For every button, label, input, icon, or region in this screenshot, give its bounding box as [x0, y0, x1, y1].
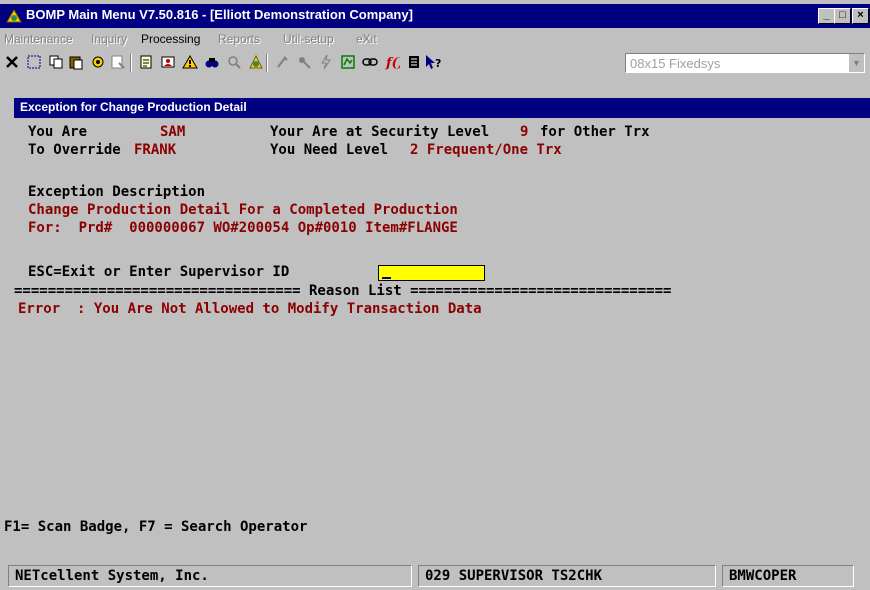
status-program: BMWCOPER [722, 565, 854, 587]
you-are-label: You Are [28, 124, 88, 140]
chevron-down-icon[interactable]: ▼ [848, 54, 864, 72]
settings-icon[interactable] [88, 52, 108, 72]
link-icon[interactable] [360, 52, 380, 72]
app-icon[interactable] [6, 8, 22, 24]
menu-reports[interactable]: Reports [218, 32, 260, 46]
title-bar[interactable]: BOMP Main Menu V7.50.816 - [Elliott Demo… [0, 4, 870, 28]
copy-icon[interactable] [46, 52, 66, 72]
maximize-button[interactable]: □ [834, 8, 851, 24]
search-icon[interactable] [224, 52, 244, 72]
exception-heading: Exception Description [28, 184, 206, 200]
supervisor-id-input[interactable] [378, 265, 485, 281]
function-key-help: F1= Scan Badge, F7 = Search Operator [4, 519, 308, 535]
font-select[interactable]: 08x15 Fixedsys ▼ [625, 53, 865, 73]
tools-icon[interactable] [272, 52, 292, 72]
help-icon[interactable]: ? [424, 52, 444, 72]
find-icon[interactable] [202, 52, 222, 72]
status-company: NETcellent System, Inc. [8, 565, 412, 587]
security-icon[interactable] [294, 52, 314, 72]
toolbar: f() ? 08x15 Fixedsys ▼ [0, 50, 870, 76]
minimize-button[interactable]: _ [818, 8, 835, 24]
status-bar: NETcellent System, Inc. 029 SUPERVISOR T… [0, 563, 870, 590]
menu-bar: Maintenance Inquiry Processing Reports U… [0, 29, 870, 49]
security-level-text: Your Are at Security Level [270, 124, 490, 140]
toolbar-separator [266, 54, 268, 72]
text-cursor [382, 277, 391, 279]
cancel-icon[interactable] [2, 52, 22, 72]
function-icon[interactable]: f() [382, 52, 402, 72]
notes-icon[interactable] [136, 52, 156, 72]
menu-maintenance[interactable]: Maintenance [4, 32, 73, 46]
warning-icon[interactable] [180, 52, 200, 72]
user-icon[interactable] [158, 52, 178, 72]
font-select-value: 08x15 Fixedsys [630, 56, 721, 71]
print-icon[interactable] [338, 52, 358, 72]
status-session: 029 SUPERVISOR TS2CHK [418, 565, 716, 587]
reason-list-header: ================================== Reaso… [14, 283, 672, 299]
reason-error: Error : You Are Not Allowed to Modify Tr… [18, 301, 482, 317]
override-user: FRANK [134, 142, 177, 158]
toolbar-separator [130, 54, 132, 72]
exception-reference: For: Prd# 000000067 WO#200054 Op#0010 It… [28, 220, 458, 236]
properties-icon[interactable] [108, 52, 128, 72]
close-button[interactable]: × [852, 8, 869, 24]
screen-title-bar: Exception for Change Production Detail [14, 98, 870, 118]
override-label: To Override [28, 142, 121, 158]
screen-title: Exception for Change Production Detail [20, 100, 247, 114]
supervisor-prompt: ESC=Exit or Enter Supervisor ID [28, 264, 290, 280]
security-level-suffix: for Other Trx [540, 124, 650, 140]
flash-icon[interactable] [316, 52, 336, 72]
required-level-text: You Need Level [270, 142, 389, 158]
svg-text:f(): f() [385, 56, 400, 70]
screen-content: You Are SAM Your Are at Security Level 9… [4, 118, 870, 558]
menu-util-setup[interactable]: Util-setup [283, 32, 334, 46]
web-icon[interactable] [246, 52, 266, 72]
svg-text:?: ? [435, 57, 441, 70]
paste-icon[interactable] [66, 52, 86, 72]
app-window: BOMP Main Menu V7.50.816 - [Elliott Demo… [0, 0, 870, 590]
menu-processing[interactable]: Processing [141, 32, 200, 46]
window-title: BOMP Main Menu V7.50.816 - [Elliott Demo… [26, 7, 413, 22]
report-icon[interactable] [404, 52, 424, 72]
menu-inquiry[interactable]: Inquiry [91, 32, 127, 46]
current-user: SAM [160, 124, 186, 140]
required-level-value: 2 Frequent/One Trx [410, 142, 562, 158]
menu-exit[interactable]: eXit [356, 32, 377, 46]
select-all-icon[interactable] [24, 52, 44, 72]
exception-description: Change Production Detail For a Completed… [28, 202, 458, 218]
security-level-value: 9 [520, 124, 529, 140]
